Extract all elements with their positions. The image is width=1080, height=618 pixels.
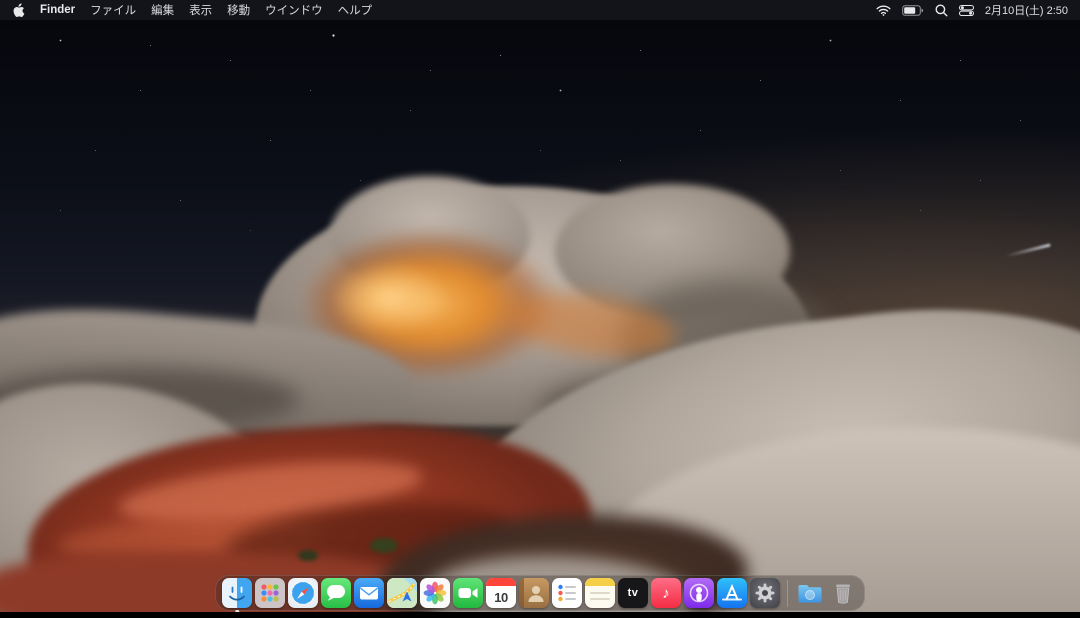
app-store-icon [717, 578, 747, 608]
dock-icon-mail[interactable] [354, 578, 384, 608]
control-center-icon[interactable] [959, 5, 974, 16]
notes-icon [585, 578, 615, 608]
dock-icon-maps[interactable] [387, 578, 417, 608]
search-icon[interactable] [935, 4, 948, 17]
dock-icon-finder[interactable] [222, 578, 252, 608]
menu-view[interactable]: 表示 [189, 2, 212, 18]
dock-icon-downloads-folder[interactable] [795, 578, 825, 608]
mail-icon [354, 578, 384, 608]
calendar-icon: 10 [486, 578, 516, 608]
orange-glow-hotspot [328, 262, 450, 334]
notes-body [585, 586, 615, 608]
dock-icon-trash[interactable] [828, 578, 858, 608]
downloads-folder-icon [795, 578, 825, 608]
music-icon: ♪ [651, 578, 681, 608]
menu-go[interactable]: 移動 [227, 2, 250, 18]
calendar-day-number: 10 [486, 586, 516, 608]
wallpaper [0, 0, 1080, 618]
letterbox-bar [0, 612, 1080, 618]
menu-help[interactable]: ヘルプ [338, 2, 373, 18]
menu-file[interactable]: ファイル [90, 2, 136, 18]
menu-bar: Finder ファイル 編集 表示 移動 ウインドウ ヘルプ [0, 0, 1080, 20]
wifi-icon[interactable] [876, 5, 891, 16]
safari-icon [288, 578, 318, 608]
menu-bar-left: Finder ファイル 編集 表示 移動 ウインドウ ヘルプ [12, 2, 372, 18]
finder-icon [222, 578, 252, 608]
podcasts-icon [684, 578, 714, 608]
dock-icon-app-store[interactable] [717, 578, 747, 608]
menu-window[interactable]: ウインドウ [265, 2, 323, 18]
dock-icon-reminders[interactable] [552, 578, 582, 608]
dock-icon-podcasts[interactable] [684, 578, 714, 608]
desktop: { "menu_bar": { "app_name": "Finder", "m… [0, 0, 1080, 618]
system-settings-icon [750, 578, 780, 608]
shrub [298, 550, 318, 561]
dock-icon-calendar[interactable]: 10 [486, 578, 516, 608]
music-note-glyph: ♪ [662, 585, 670, 602]
active-app-name[interactable]: Finder [40, 4, 75, 16]
menu-bar-status: 2月10日(土) 2:50 [876, 2, 1068, 18]
launchpad-icon [255, 578, 285, 608]
dock-icon-system-settings[interactable] [750, 578, 780, 608]
photos-icon [420, 578, 450, 608]
menu-bar-clock[interactable]: 2月10日(土) 2:50 [985, 2, 1068, 18]
dock-icon-messages[interactable] [321, 578, 351, 608]
dock-icon-music[interactable]: ♪ [651, 578, 681, 608]
battery-icon[interactable] [902, 5, 924, 16]
messages-icon [321, 578, 351, 608]
facetime-icon [453, 578, 483, 608]
dock: 10 tv [215, 575, 865, 611]
dock-icon-launchpad[interactable] [255, 578, 285, 608]
apple-menu[interactable] [12, 3, 25, 18]
notes-yellow-band [585, 578, 615, 586]
apple-logo-icon [12, 3, 25, 18]
dock-icon-facetime[interactable] [453, 578, 483, 608]
dock-separator [787, 580, 788, 607]
calendar-red-band [486, 578, 516, 586]
contacts-icon [519, 578, 549, 608]
dock-icon-photos[interactable] [420, 578, 450, 608]
trash-icon [828, 578, 858, 608]
dock-icon-tv[interactable]: tv [618, 578, 648, 608]
maps-icon [387, 578, 417, 608]
reminders-icon [552, 578, 582, 608]
tv-logo-text: tv [628, 587, 639, 599]
shrub [370, 538, 398, 553]
dock-icon-contacts[interactable] [519, 578, 549, 608]
tv-icon: tv [618, 578, 648, 608]
dock-icon-notes[interactable] [585, 578, 615, 608]
menu-edit[interactable]: 編集 [151, 2, 174, 18]
dock-icon-safari[interactable] [288, 578, 318, 608]
